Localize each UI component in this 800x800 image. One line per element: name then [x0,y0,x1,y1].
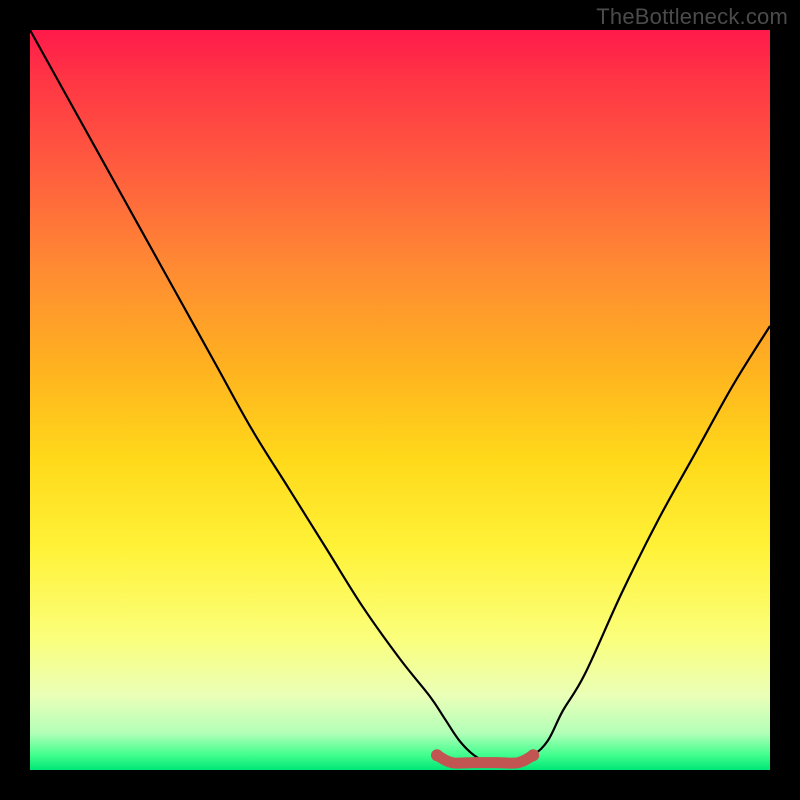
optimal-zone-end-dot [527,749,539,761]
bottleneck-curve-line [30,30,770,763]
chart-frame: TheBottleneck.com [0,0,800,800]
chart-svg [30,30,770,770]
watermark-text: TheBottleneck.com [596,4,788,30]
plot-area [30,30,770,770]
optimal-zone-line [437,755,533,763]
optimal-zone-start-dot [431,749,443,761]
